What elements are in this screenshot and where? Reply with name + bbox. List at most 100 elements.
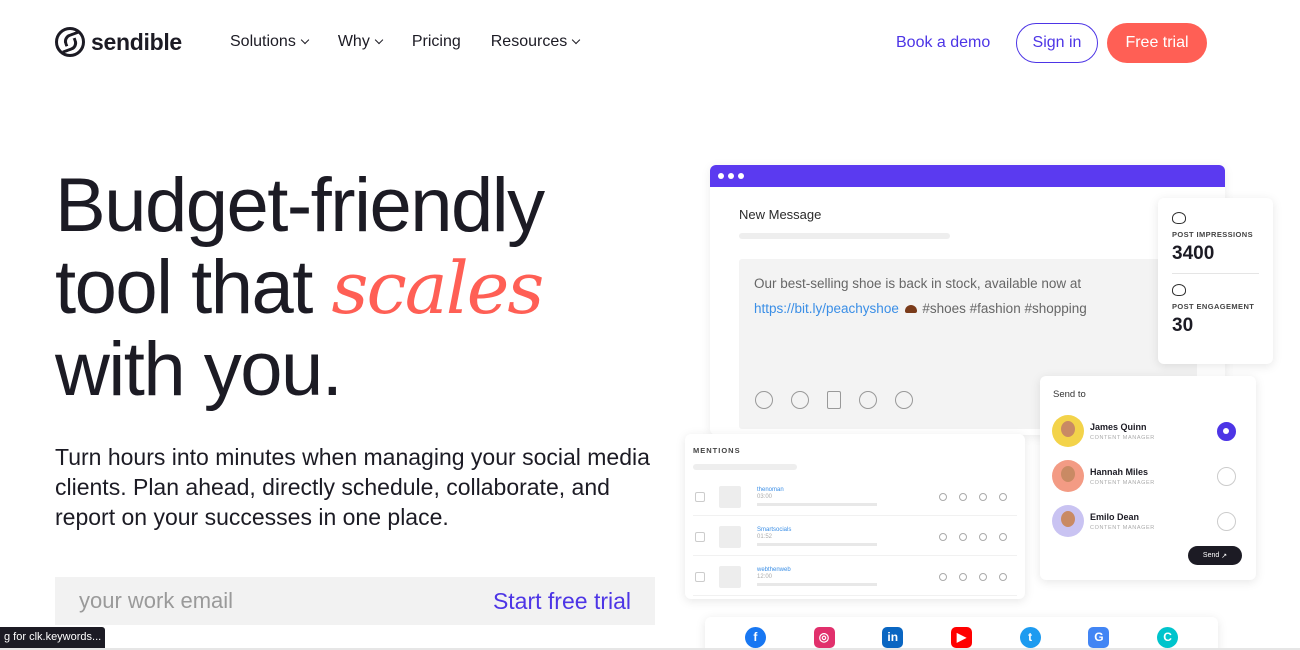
hero-title-line1: Budget-friendly xyxy=(55,163,545,248)
emoji-icon xyxy=(959,532,967,541)
placeholder-line xyxy=(757,503,877,506)
placeholder-line xyxy=(757,543,877,546)
mention-time: 12:00 xyxy=(757,574,773,580)
placeholder-line xyxy=(757,583,877,586)
google-business-icon: G xyxy=(1088,626,1110,648)
retweet-icon xyxy=(979,492,987,501)
recipient-role: CONTENT MANAGER xyxy=(1090,479,1155,486)
book-demo-link[interactable]: Book a demo xyxy=(896,34,990,52)
mentions-card: MENTIONS thenoman 03:00 Smartsocials 01:… xyxy=(685,434,1025,599)
stat-value: 3400 xyxy=(1172,243,1215,264)
thumbnail xyxy=(719,525,741,548)
nav-label: Solutions xyxy=(230,33,296,50)
message-link: https://bit.ly/peachyshoe xyxy=(754,301,899,316)
mention-row: Smartsocials 01:52 xyxy=(693,518,1017,556)
brand-name: sendible xyxy=(91,28,182,55)
send-to-card: Send to James Quinn CONTENT MANAGER Hann… xyxy=(1040,376,1256,580)
emoji-icon xyxy=(959,492,967,501)
linkedin-icon: in xyxy=(882,626,904,648)
reply-icon xyxy=(999,532,1007,541)
checkbox xyxy=(695,571,705,582)
heart-icon xyxy=(939,572,947,581)
thumbnail xyxy=(719,485,741,508)
chevron-down-icon xyxy=(571,35,581,45)
mention-time: 03:00 xyxy=(757,494,773,500)
paperclip-icon xyxy=(755,391,773,409)
avatar xyxy=(1052,415,1084,447)
avatar xyxy=(1052,460,1084,492)
eye-icon xyxy=(859,391,877,409)
send-button: Send ↗ xyxy=(1188,546,1242,565)
heart-icon xyxy=(939,492,947,501)
youtube-icon: ▶ xyxy=(950,626,972,648)
stat-label: POST ENGAGEMENT xyxy=(1172,302,1255,311)
recipient-row: Hannah Miles CONTENT MANAGER xyxy=(1052,459,1244,493)
window-dot xyxy=(738,173,744,179)
nav-item-solutions[interactable]: Solutions xyxy=(230,33,310,51)
canva-icon: C xyxy=(1157,626,1179,648)
nav-item-why[interactable]: Why xyxy=(337,33,384,51)
checkbox xyxy=(695,531,705,542)
status-bar-text: g for clk.keywords... xyxy=(0,627,105,649)
window-dot xyxy=(728,173,734,179)
stat-value: 30 xyxy=(1172,315,1194,336)
window-titlebar xyxy=(710,165,1225,187)
heart-icon xyxy=(939,532,947,541)
emoji-icon xyxy=(959,572,967,581)
send-to-title: Send to xyxy=(1053,389,1086,400)
recipient-row: James Quinn CONTENT MANAGER xyxy=(1052,414,1244,448)
hero-title-accent: scales xyxy=(331,246,545,330)
recipient-name: James Quinn xyxy=(1090,421,1147,432)
hero-title: Budget-friendly tool that scales with yo… xyxy=(55,165,675,411)
free-trial-button[interactable]: Free trial xyxy=(1107,23,1207,63)
recipient-role: CONTENT MANAGER xyxy=(1090,434,1155,441)
start-free-trial-button[interactable]: Start free trial xyxy=(493,588,631,615)
compose-title: New Message xyxy=(739,207,822,222)
thumbnail xyxy=(719,565,741,588)
nav-item-pricing[interactable]: Pricing xyxy=(412,33,461,51)
send-label: Send xyxy=(1202,552,1220,559)
location-pin-icon xyxy=(895,391,913,409)
chevron-down-icon xyxy=(300,35,310,45)
divider xyxy=(1172,273,1259,274)
placeholder-line xyxy=(693,464,797,470)
placeholder-line xyxy=(739,233,950,239)
twitter-icon: t xyxy=(1019,626,1041,648)
emoji-icon xyxy=(791,391,809,409)
compose-toolbar xyxy=(755,391,913,409)
reply-icon xyxy=(999,492,1007,501)
mention-handle: thenoman xyxy=(757,487,784,493)
reply-icon xyxy=(999,572,1007,581)
message-text: Our best-selling shoe is back in stock, … xyxy=(754,276,1082,291)
recipient-radio xyxy=(1217,421,1236,441)
mention-time: 01:52 xyxy=(757,534,773,540)
nav-item-resources[interactable]: Resources xyxy=(491,33,581,51)
sendible-logo-icon xyxy=(55,27,85,57)
recipient-name: Emilo Dean xyxy=(1090,511,1140,522)
nav-label: Why xyxy=(337,33,370,50)
hero-title-line3: with you. xyxy=(55,327,343,412)
recipient-name: Hannah Miles xyxy=(1090,466,1149,477)
stats-card: POST IMPRESSIONS 3400 POST ENGAGEMENT 30 xyxy=(1158,198,1273,364)
logo[interactable]: sendible xyxy=(55,27,182,57)
email-input[interactable] xyxy=(79,588,419,614)
mention-row: thenoman 03:00 xyxy=(693,478,1017,516)
facebook-icon: f xyxy=(744,626,766,648)
recipient-radio xyxy=(1217,466,1236,486)
nav-label: Pricing xyxy=(411,33,461,50)
checkbox xyxy=(695,491,705,502)
stat-label: POST IMPRESSIONS xyxy=(1172,230,1253,239)
avatar xyxy=(1052,505,1084,537)
sign-in-button[interactable]: Sign in xyxy=(1016,23,1098,63)
mention-handle: webthenweb xyxy=(757,567,791,573)
engagement-icon xyxy=(1172,284,1186,296)
mention-handle: Smartsocials xyxy=(757,527,792,533)
chevron-down-icon xyxy=(374,35,384,45)
mention-row: webthenweb 12:00 xyxy=(693,558,1017,596)
recipient-radio xyxy=(1217,511,1236,531)
hero-subtitle: Turn hours into minutes when managing yo… xyxy=(55,444,650,530)
recipient-row: Emilo Dean CONTENT MANAGER xyxy=(1052,504,1244,538)
retweet-icon xyxy=(979,532,987,541)
email-signup-form: Start free trial xyxy=(55,577,655,625)
recipient-role: CONTENT MANAGER xyxy=(1090,524,1155,531)
